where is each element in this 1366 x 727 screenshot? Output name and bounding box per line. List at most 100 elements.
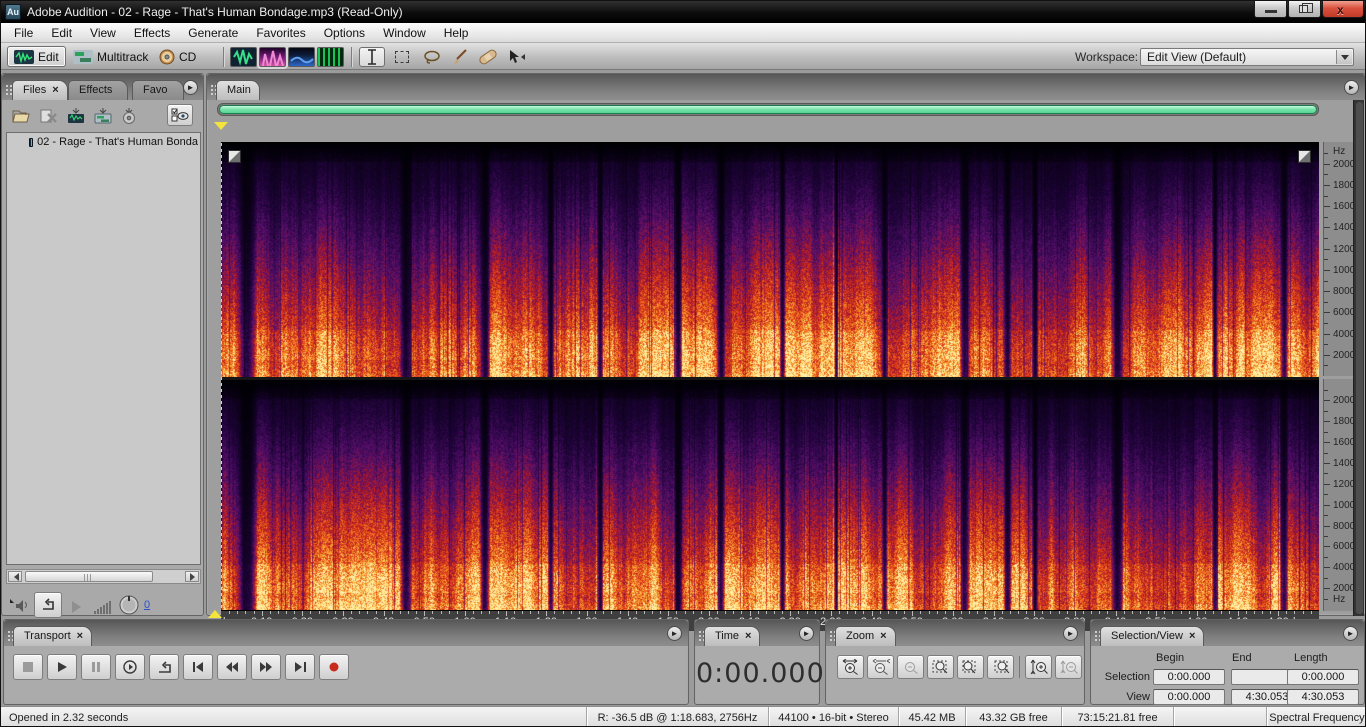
minimize-button[interactable]	[1254, 1, 1287, 18]
tab-close-icon[interactable]: ×	[745, 630, 751, 642]
go-to-end-button[interactable]	[285, 654, 315, 680]
title-bar[interactable]: Au Adobe Audition - 02 - Rage - That's H…	[1, 1, 1366, 23]
playhead-line[interactable]	[221, 143, 222, 612]
files-advanced-options-button[interactable]	[167, 104, 193, 126]
zoom-panel-menu-button[interactable]: ►	[1063, 626, 1078, 641]
marquee-selection-tool[interactable]	[389, 47, 415, 67]
play-looped-button[interactable]	[149, 654, 179, 680]
close-button[interactable]: x	[1322, 1, 1364, 18]
playhead-marker-top-icon[interactable]	[214, 122, 228, 137]
go-to-beginning-button[interactable]	[183, 654, 213, 680]
selection-view-field-view-begin[interactable]: 0:00.000	[1153, 689, 1225, 705]
zoom-out-horizontal-button[interactable]	[867, 655, 894, 679]
auto-play-icon[interactable]	[8, 597, 30, 615]
playhead-marker-bottom-icon[interactable]	[208, 603, 222, 618]
tab-transport[interactable]: Transport×	[13, 626, 92, 646]
panel-grip[interactable]	[5, 84, 12, 96]
time-panel-menu-button[interactable]: ►	[799, 626, 814, 641]
scale-handle-left-icon[interactable]	[228, 150, 241, 163]
preview-volume-value[interactable]: 0	[144, 599, 150, 611]
menu-view[interactable]: View	[81, 24, 125, 42]
fast-forward-button[interactable]	[251, 654, 281, 680]
effects-paintbrush-tool[interactable]	[447, 47, 473, 67]
rewind-button[interactable]	[217, 654, 247, 680]
time-display[interactable]: 0:00.000	[696, 658, 818, 689]
tab-close-icon[interactable]: ×	[52, 84, 58, 96]
menu-effects[interactable]: Effects	[125, 24, 179, 42]
transport-panel-menu-button[interactable]: ►	[667, 626, 682, 641]
menu-favorites[interactable]: Favorites	[247, 24, 314, 42]
loop-preview-button[interactable]	[34, 592, 62, 618]
scroll-thumb[interactable]	[25, 571, 153, 582]
selection-view-field-selection-length[interactable]: 0:00.000	[1287, 669, 1359, 685]
scale-handle-right-icon[interactable]	[1298, 150, 1311, 163]
spectrogram-left-channel[interactable]	[221, 143, 1319, 377]
import-audio-icon[interactable]	[66, 108, 86, 124]
tab-close-icon[interactable]: ×	[880, 630, 886, 642]
import-cd-icon[interactable]	[120, 108, 138, 124]
preview-volume-knob[interactable]	[118, 594, 140, 616]
file-list-horizontal-scrollbar[interactable]	[6, 569, 201, 584]
spectral-frequency-display-button[interactable]	[259, 47, 286, 67]
zoom-to-selection-button[interactable]	[927, 655, 954, 679]
play-button[interactable]	[47, 654, 77, 680]
vertical-scroll-thumb[interactable]	[1356, 102, 1363, 614]
menu-window[interactable]: Window	[374, 24, 435, 42]
zoom-in-left-edge-button[interactable]	[957, 655, 984, 679]
zoom-in-vertical-button[interactable]	[1025, 655, 1052, 679]
record-button[interactable]	[319, 654, 349, 680]
multitrack-view-button[interactable]: Multitrack	[67, 46, 154, 67]
cd-view-button[interactable]: CD	[153, 46, 202, 67]
dropdown-arrow-icon[interactable]	[1336, 50, 1352, 64]
menu-options[interactable]: Options	[315, 24, 374, 42]
tab-main[interactable]: Main	[216, 80, 260, 100]
spectral-pan-display-button[interactable]	[288, 47, 315, 67]
menu-edit[interactable]: Edit	[42, 24, 81, 42]
tab-favorites[interactable]: Favo	[132, 80, 184, 100]
file-list-item[interactable]: 02 - Rage - That's Human Bonda	[7, 133, 200, 150]
selection-view-field-selection-begin[interactable]: 0:00.000	[1153, 669, 1225, 685]
vertical-scrollbar[interactable]	[1353, 100, 1364, 616]
time-selection-tool[interactable]	[359, 47, 385, 67]
scroll-right-button[interactable]	[185, 571, 199, 582]
zoom-out-full-button[interactable]	[897, 655, 924, 679]
zoom-out-vertical-button[interactable]	[1055, 655, 1082, 679]
play-from-cursor-button[interactable]	[115, 654, 145, 680]
open-file-icon[interactable]	[12, 108, 32, 124]
pause-button[interactable]	[81, 654, 111, 680]
import-multitrack-icon[interactable]	[93, 108, 113, 124]
close-file-icon[interactable]	[39, 108, 59, 124]
tab-zoom[interactable]: Zoom×	[835, 626, 896, 646]
edit-view-button[interactable]: Edit	[7, 46, 66, 67]
file-list[interactable]: 02 - Rage - That's Human Bonda	[6, 132, 201, 565]
menu-help[interactable]: Help	[435, 24, 478, 42]
preview-play-button[interactable]	[70, 600, 82, 614]
tab-time[interactable]: Time×	[704, 626, 760, 646]
files-panel-menu-button[interactable]: ►	[183, 80, 198, 95]
tab-effects[interactable]: Effects	[68, 80, 128, 100]
spectral-display[interactable]	[221, 142, 1319, 611]
main-panel-menu-button[interactable]: ►	[1344, 80, 1359, 95]
range-bar-track[interactable]	[217, 103, 1319, 116]
spectral-phase-display-button[interactable]	[317, 47, 344, 67]
zoom-in-horizontal-button[interactable]	[837, 655, 864, 679]
lasso-selection-tool[interactable]	[419, 47, 445, 67]
workspace-select[interactable]: Edit View (Default)	[1140, 48, 1354, 66]
stop-button[interactable]	[13, 654, 43, 680]
tab-files[interactable]: Files×	[12, 80, 68, 100]
tab-close-icon[interactable]: ×	[77, 630, 83, 642]
tab-selection-view[interactable]: Selection/View×	[1100, 626, 1204, 646]
tab-close-icon[interactable]: ×	[1189, 630, 1195, 642]
spot-healing-brush-tool[interactable]	[475, 47, 501, 67]
scroll-left-button[interactable]	[8, 571, 22, 582]
waveform-display-button[interactable]	[230, 47, 257, 67]
zoom-in-right-edge-button[interactable]	[987, 655, 1014, 679]
selection-view-field-view-length[interactable]: 4:30.053	[1287, 689, 1359, 705]
spectrogram-right-channel[interactable]	[221, 380, 1319, 610]
menu-generate[interactable]: Generate	[179, 24, 247, 42]
range-bar[interactable]	[219, 105, 1317, 114]
restore-button[interactable]	[1288, 1, 1321, 18]
selection-view-panel-menu-button[interactable]: ►	[1343, 626, 1358, 641]
menu-file[interactable]: File	[5, 24, 42, 42]
scrub-tool[interactable]	[504, 47, 530, 67]
